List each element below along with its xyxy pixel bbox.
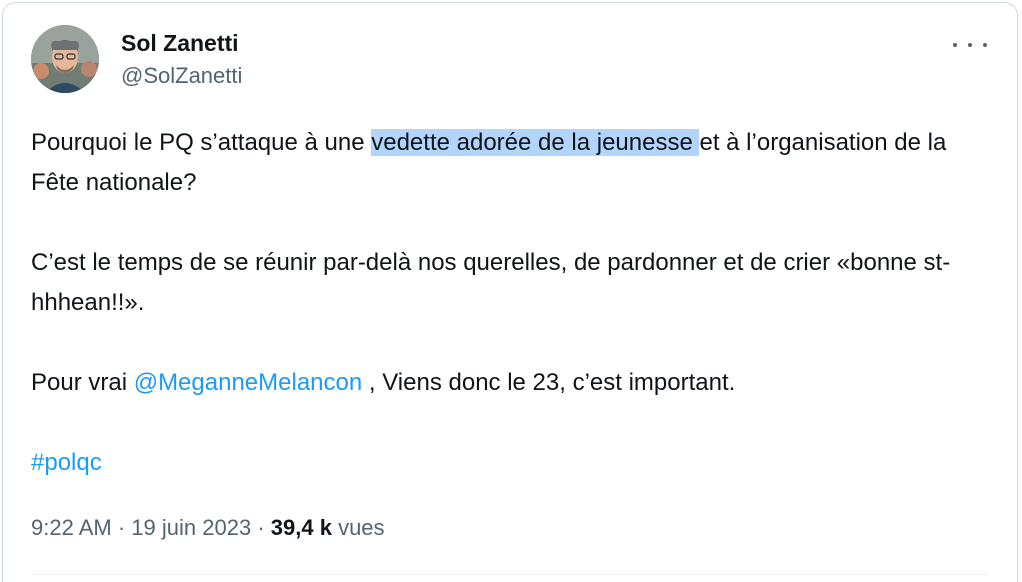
text-segment: , Viens donc le 23, c’est important. <box>362 369 736 396</box>
author-handle[interactable]: @SolZanetti <box>121 61 242 91</box>
divider <box>31 574 989 575</box>
text-segment: Pourquoi le PQ s’attaque à une <box>31 129 372 156</box>
tweet-date[interactable]: 19 juin 2023 <box>131 515 251 540</box>
more-dot <box>968 43 972 47</box>
tweet-paragraph-1: Pourquoi le PQ s’attaque à une vedette a… <box>31 123 981 203</box>
tweet-paragraph-2: C’est le temps de se réunir par-delà nos… <box>31 249 951 316</box>
tweet-card: Sol Zanetti @SolZanetti Pourquoi le PQ s… <box>2 2 1018 582</box>
more-dot <box>953 43 957 47</box>
views-label: vues <box>338 515 385 540</box>
avatar[interactable] <box>31 25 99 93</box>
tweet-paragraph-4: #polqc <box>31 443 981 483</box>
tweet-header: Sol Zanetti @SolZanetti <box>31 25 989 95</box>
tweet-paragraph-3: Pour vrai @MeganneMelancon , Viens donc … <box>31 363 981 403</box>
tweet-time[interactable]: 9:22 AM <box>31 515 112 540</box>
separator: · <box>257 515 265 540</box>
more-dot <box>983 43 987 47</box>
tweet-meta: 9:22 AM · 19 juin 2023 · 39,4 k vues <box>31 511 385 545</box>
hashtag-link[interactable]: #polqc <box>31 449 102 476</box>
more-options-icon[interactable] <box>953 35 987 55</box>
separator: · <box>117 515 126 540</box>
avatar-image <box>31 25 99 93</box>
text-segment: Pour vrai <box>31 369 134 396</box>
tweet-text: Pourquoi le PQ s’attaque à une vedette a… <box>31 123 981 523</box>
highlighted-text: vedette adorée de la jeunesse <box>371 129 700 156</box>
mention-link[interactable]: @MeganneMelancon <box>134 369 363 396</box>
display-name[interactable]: Sol Zanetti <box>121 29 242 57</box>
views-count: 39,4 k <box>270 515 332 540</box>
author-info: Sol Zanetti @SolZanetti <box>121 29 242 91</box>
